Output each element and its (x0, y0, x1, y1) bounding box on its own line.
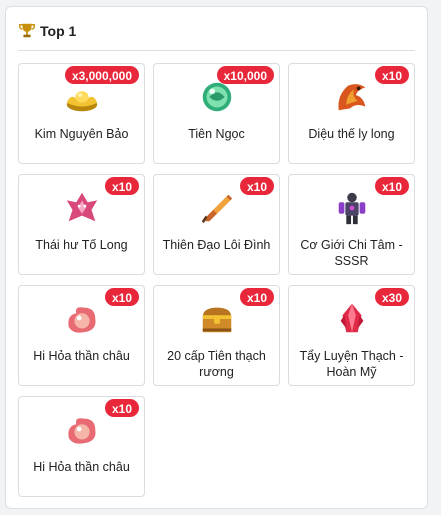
reward-card[interactable]: x10 Hi Hỏa thần châu (18, 396, 145, 497)
quantity-badge: x10 (238, 176, 275, 196)
reward-card[interactable]: x30 Tẩy Luyện Thạch - Hoàn Mỹ (288, 285, 415, 386)
quantity-badge: x10 (373, 65, 410, 85)
quantity-badge: x10 (373, 176, 410, 196)
reward-label: Hi Hỏa thần châu (33, 460, 130, 474)
jade-orb-icon (202, 82, 231, 112)
pink-dragon-icon (66, 192, 97, 222)
panel-header: Top 1 (18, 21, 76, 41)
mech-warrior-icon (338, 192, 365, 225)
reward-label: Tẩy Luyện Thạch - Hoàn Mỹ (299, 349, 404, 379)
gold-ingot-icon (66, 91, 97, 112)
reward-card[interactable]: x10 Thái hư Tố Long (18, 174, 145, 275)
reward-panel: Top 1 x3,000,000 Kim Nguyên Bảo x10,000 … (5, 6, 428, 509)
reward-card[interactable]: x10 20 cấp Tiên thạch rương (153, 285, 280, 386)
reward-label: Thiên Đạo Lôi Đình (162, 238, 271, 252)
reward-label: Hi Hỏa thần châu (33, 349, 130, 363)
reward-label: Thái hư Tố Long (35, 238, 128, 252)
quantity-badge: x10 (103, 176, 140, 196)
reward-label: Diệu thế ly long (308, 127, 395, 141)
reward-card[interactable]: x3,000,000 Kim Nguyên Bảo (18, 63, 145, 164)
reward-card[interactable]: x10,000 Tiên Ngọc (153, 63, 280, 164)
reward-label: 20 cấp Tiên thạch rương (167, 349, 266, 379)
quantity-badge: x10 (238, 287, 275, 307)
reward-label: Cơ Giới Chi Tâm - SSSR (300, 238, 403, 268)
reward-card[interactable]: x10 Thiên Đạo Lôi Đình (153, 174, 280, 275)
reward-label: Tiên Ngọc (188, 127, 245, 141)
reward-card[interactable]: x10 Hi Hỏa thần châu (18, 285, 145, 386)
trophy-icon (19, 23, 35, 38)
quantity-badge: x30 (373, 287, 410, 307)
reward-card[interactable]: x10 Diệu thế ly long (288, 63, 415, 164)
fire-pearl-icon (67, 418, 96, 444)
treasure-chest-icon (202, 307, 231, 333)
red-crystal-icon (340, 303, 363, 333)
quantity-badge: x10 (103, 398, 140, 418)
reward-card[interactable]: x10 Cơ Giới Chi Tâm - SSSR (288, 174, 415, 275)
fire-dragon-icon (337, 84, 365, 111)
fire-pearl-icon (67, 307, 96, 333)
header-divider (18, 50, 415, 51)
panel-title: Top 1 (40, 23, 77, 39)
flame-blade-icon (201, 194, 232, 224)
quantity-badge: x10 (103, 287, 140, 307)
reward-label: Kim Nguyên Bảo (34, 127, 129, 141)
